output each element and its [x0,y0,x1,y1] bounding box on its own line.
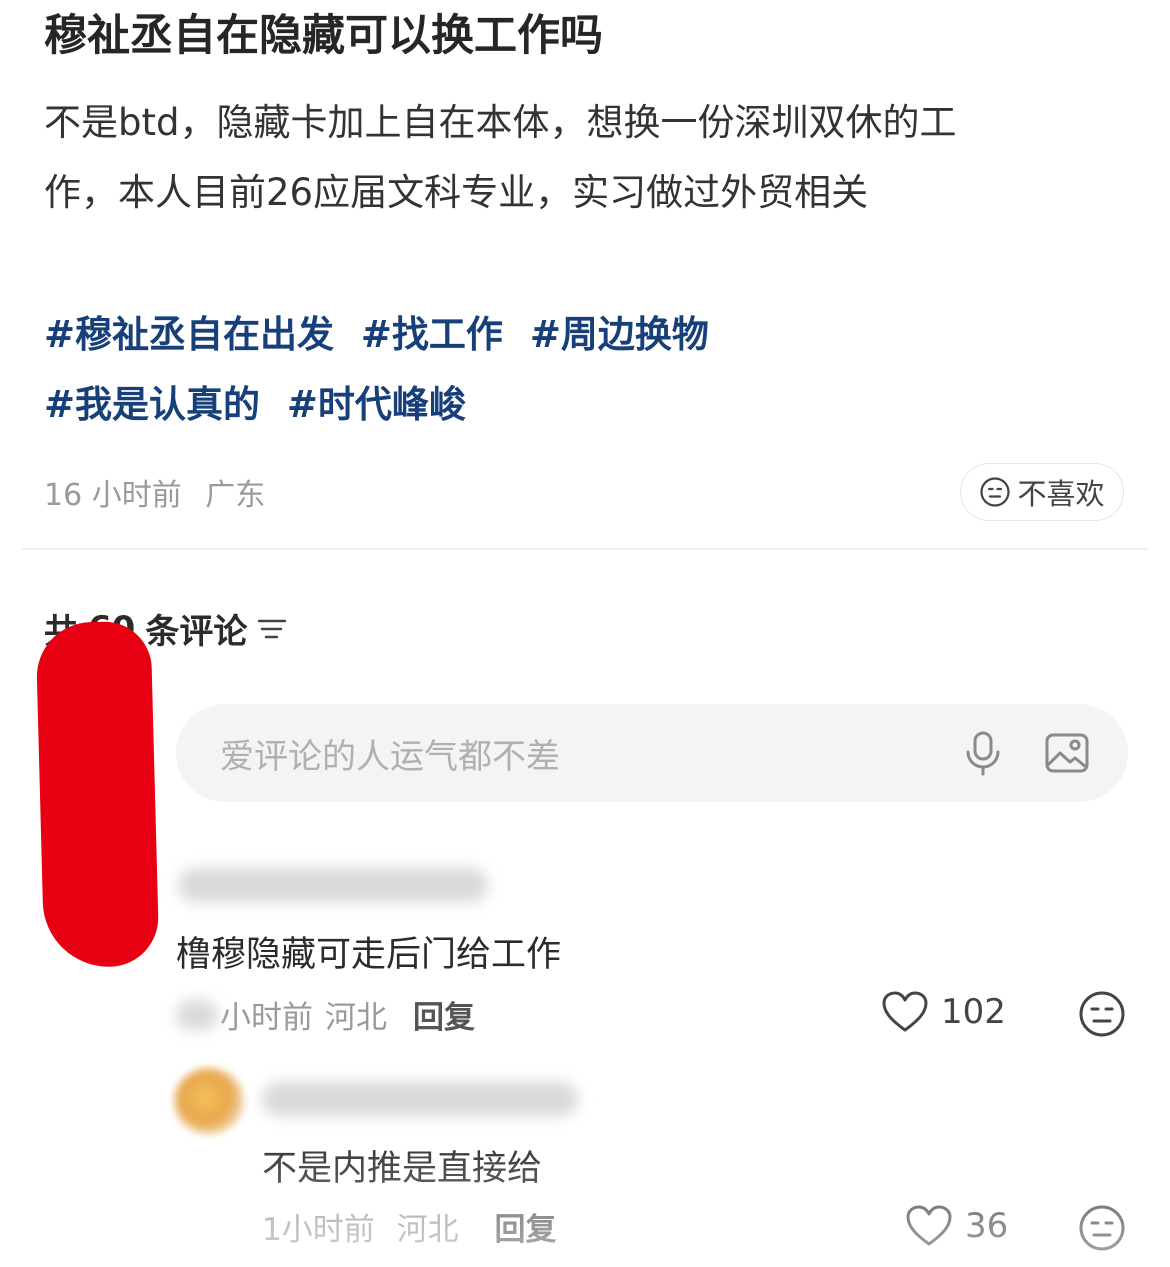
post-body: 不是btd，隐藏卡加上自在本体，想换一份深圳双休的工 作，本人目前26应届文科专… [44,88,1134,228]
post-meta: 16 小时前 广东 [44,470,265,514]
hashtag-link[interactable]: #我是认真的 [44,383,260,426]
microphone-icon[interactable] [960,730,1006,776]
tag-row: #穆祉丞自在出发 #找工作 #周边换物 [44,300,723,370]
comment-text: 不是内推是直接给 [262,1149,543,1189]
image-icon[interactable] [1044,730,1090,776]
dislike-label: 不喜欢 [1017,477,1105,511]
comment-input[interactable]: 爱评论的人运气都不差 [176,704,1128,802]
comment-text: 橹穆隐藏可走后门给工作 [176,935,562,975]
neutral-face-icon [980,477,1011,507]
comment-location: 河北 [325,1000,387,1036]
post-body-line: 不是btd，隐藏卡加上自在本体，想换一份深圳双休的工 [44,101,957,144]
tag-list: #穆祉丞自在出发 #找工作 #周边换物 #我是认真的 #时代峰峻 [44,300,723,440]
hashtag-link[interactable]: #时代峰峻 [287,383,466,426]
hashtag-link[interactable]: #找工作 [361,313,503,356]
dislike-face-icon[interactable] [1078,1204,1126,1252]
comment-time: 小时前 [220,1000,313,1036]
comment-meta: 小时前 河北 回复 [176,992,475,1037]
hashtag-link[interactable]: #穆祉丞自在出发 [44,313,334,356]
like-count: 36 [965,1206,1009,1246]
comment-time: 1小时前 [262,1212,375,1248]
blurred-time-prefix [176,999,218,1030]
avatar[interactable] [174,1068,244,1134]
reply-button[interactable]: 回复 [494,1212,556,1248]
blurred-username [262,1082,578,1116]
post-body-line: 作，本人目前26应届文科专业，实习做过外贸相关 [44,171,869,214]
comment-location: 河北 [396,1212,459,1248]
like-button[interactable]: 102 [881,990,1006,1034]
divider [22,548,1148,550]
dislike-button[interactable]: 不喜欢 [960,463,1124,521]
hashtag-link[interactable]: #周边换物 [530,313,709,356]
comment-input-placeholder: 爱评论的人运气都不差 [220,736,560,777]
tag-row: #我是认真的 #时代峰峻 [44,370,723,440]
heart-icon [906,1205,952,1246]
redaction-mark [35,620,160,969]
blurred-username [178,868,488,902]
heart-icon [882,991,928,1032]
post-title: 穆祉丞自在隐藏可以换工作吗 [44,11,603,61]
post-location: 广东 [205,478,266,513]
post-time: 16 小时前 [44,478,182,513]
comment-meta: 1小时前 河北 回复 [262,1204,556,1249]
comment-count-suffix: 条评论 [145,612,248,652]
like-count: 102 [941,992,1006,1032]
like-button[interactable]: 36 [905,1204,1008,1248]
reply-button[interactable]: 回复 [413,992,475,1037]
dislike-face-icon[interactable] [1078,990,1126,1038]
sort-icon[interactable] [257,615,289,643]
